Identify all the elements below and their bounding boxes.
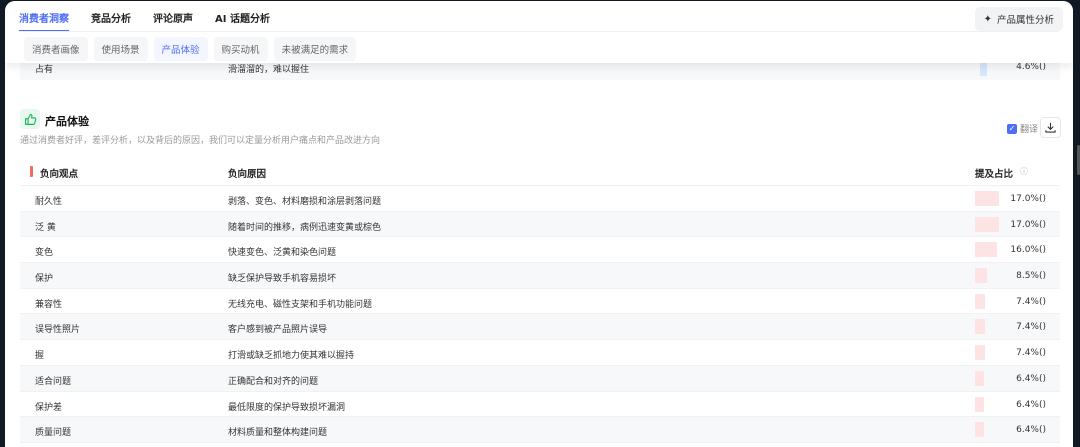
table-row: 泛 黄 随着时间的推移，病例迅速变黄或棕色 17.0%()	[20, 211, 1060, 238]
sparkle-icon: ✦	[983, 13, 992, 25]
subtab-2[interactable]: 产品体验	[153, 37, 208, 61]
row-pct: 7.4%()	[1016, 322, 1046, 333]
row-point: 保护	[35, 274, 54, 285]
row-point: 握	[35, 351, 45, 362]
row-pct: 7.4%()	[1016, 296, 1046, 307]
subtab-3[interactable]: 购买动机	[213, 37, 268, 61]
row-point: 泛 黄	[35, 222, 56, 233]
section-title: 产品体验	[45, 115, 89, 128]
row-point: 保护差	[35, 402, 63, 413]
row-bar	[975, 319, 986, 335]
tab-2[interactable]: 评论原声	[153, 1, 193, 32]
table-row: 兼容性 无线充电、磁性支架和手机功能问题 7.4%()	[20, 289, 1060, 315]
row-reason: 正确配合和对齐的问题	[228, 376, 319, 387]
row-point: 耐久性	[35, 197, 63, 207]
row-pct: 7.4%()	[1016, 348, 1046, 359]
main-window: 占有 滑溜溜的，难以握住 4.6%() 消费者洞察 竞品分析 评论原声 AI 话题分析…	[5, 1, 1073, 447]
negative-feedback-table: 负向观点 负向原因 提及占比 ⓘ 耐久性 剥落、变色、材料磨损和涂层剥落问题 17.…	[20, 158, 1060, 443]
row-point: 变色	[35, 248, 54, 259]
row-point: 占有	[35, 65, 54, 75]
translate-checkbox[interactable]: ✓ 翻译	[1007, 122, 1038, 135]
subtab-1[interactable]: 使用场景	[93, 37, 148, 61]
row-bar	[980, 61, 987, 76]
row-reason: 客户感到被产品照片误导	[228, 325, 328, 336]
row-bar	[975, 191, 999, 206]
row-reason: 材料质量和整体构建问题	[228, 428, 328, 439]
header-reason: 负向原因	[228, 169, 267, 180]
thumbs-up-icon	[20, 109, 40, 129]
subtab-0[interactable]: 消费者画像	[24, 37, 88, 61]
header-point: 负向观点	[40, 169, 79, 180]
header-pct: 提及占比	[975, 169, 1014, 180]
row-reason: 随着时间的推移，病例迅速变黄或棕色	[228, 222, 382, 233]
table-header: 负向观点 负向原因 提及占比 ⓘ	[20, 158, 1060, 186]
row-bar	[975, 242, 998, 258]
row-reason: 最低限度的保护导致损坏漏洞	[228, 402, 346, 413]
attr-button-label: 产品属性分析	[996, 15, 1054, 26]
table-row: 质量问题 材料质量和整体构建问题 6.4%()	[20, 417, 1060, 443]
checkbox-checked-icon: ✓	[1007, 123, 1017, 134]
product-attribute-analysis-button[interactable]: ✦ 产品属性分析	[974, 7, 1063, 31]
row-reason: 缺乏保护导致手机容易损坏	[228, 274, 337, 285]
row-pct: 17.0%()	[1010, 219, 1046, 230]
row-pct: 17.0%()	[1010, 194, 1046, 204]
table-row: 握 打滑或缺乏抓地力使其难以握持 7.4%()	[20, 340, 1060, 366]
tab-0[interactable]: 消费者洞察	[19, 1, 69, 32]
row-reason: 打滑或缺乏抓地力使其难以握持	[228, 351, 355, 362]
row-reason: 滑溜溜的，难以握住	[228, 65, 310, 75]
row-pct: 8.5%()	[1016, 271, 1046, 282]
table-row: 变色 快速变色、泛黄和染色问题 16.0%()	[20, 237, 1060, 264]
table-row: 保护 缺乏保护导致手机容易损坏 8.5%()	[20, 263, 1060, 289]
row-pct: 6.4%()	[1016, 425, 1046, 436]
table-row: 误导性照片 客户感到被产品照片误导 7.4%()	[20, 314, 1060, 341]
row-pct: 4.6%()	[1016, 62, 1046, 72]
info-icon[interactable]: ⓘ	[1020, 166, 1028, 177]
row-pct: 6.4%()	[1016, 373, 1046, 384]
tab-1[interactable]: 竞品分析	[91, 1, 131, 32]
row-pct: 16.0%()	[1010, 245, 1046, 256]
row-point: 误导性照片	[35, 325, 81, 336]
row-bar	[975, 268, 987, 284]
row-bar	[975, 216, 999, 232]
tab-3[interactable]: AI 话题分析	[215, 1, 270, 32]
download-icon	[1045, 122, 1056, 133]
translate-label: 翻译	[1020, 125, 1039, 135]
row-bar	[975, 345, 986, 361]
row-point: 质量问题	[35, 428, 72, 439]
row-bar	[975, 422, 984, 438]
row-bar	[975, 293, 986, 309]
table-row: 耐久性 剥落、变色、材料磨损和涂层剥落问题 17.0%()	[20, 186, 1060, 212]
row-bar	[975, 396, 984, 412]
download-button[interactable]	[1040, 117, 1061, 138]
row-reason: 剥落、变色、材料磨损和涂层剥落问题	[228, 197, 382, 207]
subtab-4[interactable]: 未被满足的需求	[273, 37, 357, 61]
row-point: 适合问题	[35, 376, 72, 387]
row-pct: 6.4%()	[1016, 399, 1046, 410]
top-navigation: 消费者洞察 竞品分析 评论原声 AI 话题分析 消费者画像 使用场景 产品体验 购买动机 未被…	[5, 1, 1073, 63]
row-reason: 快速变色、泛黄和染色问题	[228, 248, 337, 259]
row-point: 兼容性	[35, 299, 63, 310]
row-bar	[975, 370, 984, 386]
table-row: 保护差 最低限度的保护导致损坏漏洞 6.4%()	[20, 392, 1060, 418]
table-row: 适合问题 正确配合和对齐的问题 6.4%()	[20, 365, 1060, 392]
row-reason: 无线充电、磁性支架和手机功能问题	[228, 299, 373, 310]
section-description: 通过消费者好评，差评分析，以及背后的原因，我们可以定量分析用户痛点和产品改进方向	[20, 136, 381, 146]
